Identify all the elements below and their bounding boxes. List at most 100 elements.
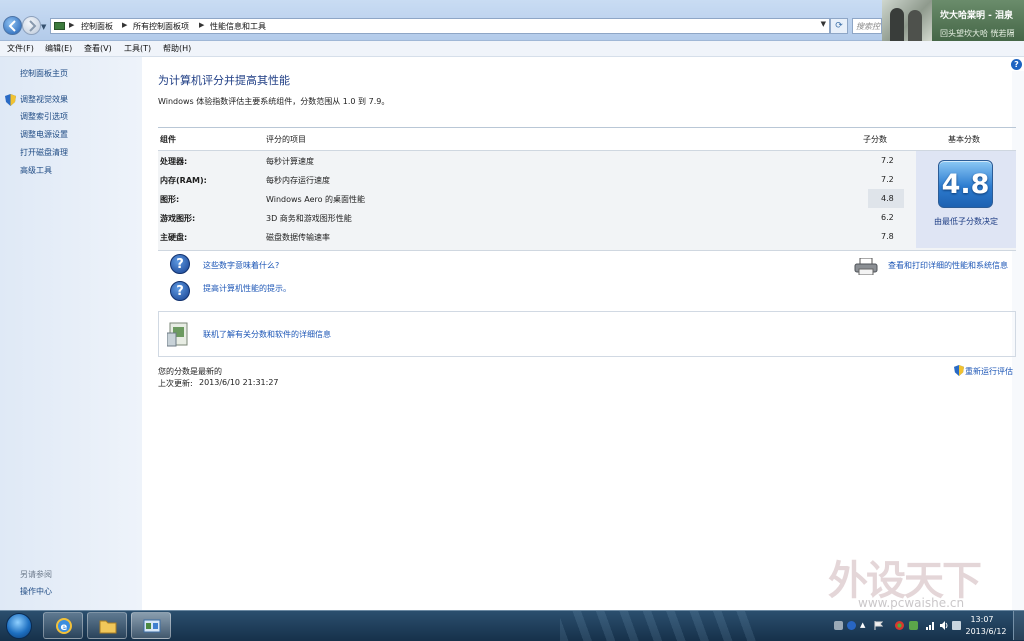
back-button[interactable] <box>3 16 22 35</box>
header-component: 组件 <box>160 135 176 144</box>
start-button[interactable] <box>6 613 32 639</box>
table-row-lowest: 图形: Windows Aero 的桌面性能 4.8 <box>158 189 904 208</box>
tray-security-icon[interactable] <box>895 621 904 630</box>
search-input[interactable]: 搜索控 <box>852 18 882 34</box>
row-component: 内存(RAM): <box>160 176 207 185</box>
control-panel-icon <box>54 22 65 30</box>
folder-icon <box>99 620 117 634</box>
what-scores-mean-link[interactable]: 这些数字意味着什么? <box>203 260 279 271</box>
arrow-right-icon <box>29 20 37 32</box>
row-component: 处理器: <box>160 157 188 166</box>
tray-flag-icon[interactable] <box>874 621 883 630</box>
sidebar: 控制面板主页 调整视觉效果 调整索引选项 调整电源设置 打开磁盘清理 高级工具 … <box>0 57 142 610</box>
search-placeholder: 搜索控 <box>856 22 880 31</box>
breadcrumb-arrow-icon[interactable]: ▶ <box>122 21 127 29</box>
row-subscore: 7.2 <box>881 175 894 184</box>
table-row: 处理器: 每秒计算速度 7.2 <box>158 151 903 170</box>
row-subscore: 4.8 <box>881 194 894 203</box>
recent-pages-dropdown-icon[interactable]: ▼ <box>41 23 46 31</box>
menu-help[interactable]: 帮助(H) <box>163 43 191 54</box>
last-update-value: 2013/6/10 21:31:27 <box>199 378 279 387</box>
address-dropdown-icon[interactable]: ▼ <box>821 20 826 28</box>
base-score-tile: 4.8 <box>938 160 993 208</box>
print-details-link[interactable]: 查看和打印详细的性能和系统信息 <box>888 260 1008 271</box>
uac-shield-icon <box>954 365 964 376</box>
tray-expand-icon[interactable]: ▲ <box>860 621 865 629</box>
taskbar-control-panel-button[interactable] <box>131 612 171 639</box>
menu-file[interactable]: 文件(F) <box>7 43 34 54</box>
clock-date[interactable]: 2013/6/12 <box>962 627 1010 636</box>
breadcrumb-all-items[interactable]: 所有控制面板项 <box>133 21 189 32</box>
internet-explorer-icon: e <box>56 618 72 634</box>
performance-tips-link[interactable]: 提高计算机性能的提示。 <box>203 283 291 294</box>
sidebar-item-power[interactable]: 调整电源设置 <box>20 129 68 140</box>
row-component: 图形: <box>160 195 180 204</box>
row-subscore: 7.2 <box>881 156 894 165</box>
page-subtitle: Windows 体验指数评估主要系统组件，分数范围从 1.0 到 7.9。 <box>158 97 390 106</box>
refresh-button[interactable]: ⟳ <box>830 18 848 34</box>
tray-app-icon[interactable] <box>952 621 961 630</box>
tray-app-icon[interactable] <box>834 621 843 630</box>
row-item: 每秒内存运行速度 <box>266 176 330 185</box>
menu-view[interactable]: 查看(V) <box>84 43 112 54</box>
score-table: 组件 评分的项目 子分数 基本分数 处理器: 每秒计算速度 7.2 内存(RAM… <box>158 127 1016 251</box>
show-desktop-button[interactable] <box>1013 611 1024 640</box>
base-score-caption: 由最低子分数决定 <box>934 217 998 226</box>
row-item: 磁盘数据传输速率 <box>266 233 330 242</box>
menu-tools[interactable]: 工具(T) <box>124 43 151 54</box>
address-box[interactable]: ▶ 控制面板 ▶ 所有控制面板项 ▶ 性能信息和工具 ▼ <box>50 18 830 34</box>
row-component: 游戏图形: <box>160 214 196 223</box>
breadcrumb-arrow-icon[interactable]: ▶ <box>199 21 204 29</box>
song-title: 坎大哈棠明 - 泪泉 <box>940 11 1014 21</box>
song-lyric: 回头望坎大哈 恍若隔 <box>940 29 1015 38</box>
sidebar-item-advanced-tools[interactable]: 高级工具 <box>20 165 52 176</box>
clock-time[interactable]: 13:07 <box>962 615 1002 624</box>
taskbar-explorer-button[interactable] <box>87 612 127 639</box>
row-item: 3D 商务和游戏图形性能 <box>266 214 352 223</box>
menu-edit[interactable]: 编辑(E) <box>45 43 72 54</box>
network-icon[interactable] <box>926 621 935 630</box>
rerun-assessment-link[interactable]: 重新运行评估 <box>965 366 1013 377</box>
base-score-panel: 4.8 由最低子分数决定 <box>916 151 1016 248</box>
sidebar-item-indexing[interactable]: 调整索引选项 <box>20 111 68 122</box>
svg-text:e: e <box>61 622 68 633</box>
volume-icon[interactable] <box>940 621 949 630</box>
question-icon: ? <box>170 254 190 274</box>
sidebar-item-visual-effects[interactable]: 调整视觉效果 <box>20 94 68 105</box>
tray-app-icon[interactable] <box>909 621 918 630</box>
header-rated-item: 评分的项目 <box>266 135 306 144</box>
taskbar-wallpaper <box>560 611 760 641</box>
sidebar-item-disk-cleanup[interactable]: 打开磁盘清理 <box>20 147 68 158</box>
taskbar-ie-button[interactable]: e <box>43 612 83 639</box>
table-row: 主硬盘: 磁盘数据传输速率 7.8 <box>158 227 903 246</box>
question-icon: ? <box>170 281 190 301</box>
taskbar: e ▲ <box>0 610 1024 641</box>
help-icon[interactable]: ? <box>1011 59 1022 70</box>
arrow-left-icon <box>8 20 16 32</box>
table-row: 内存(RAM): 每秒内存运行速度 7.2 <box>158 170 903 189</box>
page-title: 为计算机评分并提高其性能 <box>158 74 290 87</box>
sidebar-item-action-center[interactable]: 操作中心 <box>20 586 52 597</box>
refresh-icon: ⟳ <box>835 21 843 31</box>
watermark-url: www.pcwaishe.cn <box>858 596 965 610</box>
breadcrumb-performance[interactable]: 性能信息和工具 <box>210 21 266 32</box>
main-content: ? 为计算机评分并提高其性能 Windows 体验指数评估主要系统组件，分数范围… <box>142 57 1024 610</box>
forward-button[interactable] <box>22 16 41 35</box>
control-panel-icon <box>143 619 161 633</box>
score-status: 您的分数是最新的 <box>158 367 222 376</box>
see-also-heading: 另请参阅 <box>20 570 52 579</box>
menu-bar: 文件(F) 编辑(E) 查看(V) 工具(T) 帮助(H) <box>0 41 1024 57</box>
online-info-link[interactable]: 联机了解有关分数和软件的详细信息 <box>203 329 331 340</box>
row-item: Windows Aero 的桌面性能 <box>266 195 366 204</box>
sidebar-item-home[interactable]: 控制面板主页 <box>20 68 68 79</box>
header-base-score: 基本分数 <box>948 135 980 144</box>
row-component: 主硬盘: <box>160 233 188 242</box>
breadcrumb-arrow-icon[interactable]: ▶ <box>69 21 74 29</box>
breadcrumb-control-panel[interactable]: 控制面板 <box>81 21 113 32</box>
tray-help-icon[interactable] <box>847 621 856 630</box>
row-subscore: 6.2 <box>881 213 894 222</box>
online-info-box: 联机了解有关分数和软件的详细信息 <box>158 311 1016 357</box>
row-subscore: 7.8 <box>881 232 894 241</box>
base-score-value: 4.8 <box>941 169 990 200</box>
software-info-icon <box>167 322 188 347</box>
